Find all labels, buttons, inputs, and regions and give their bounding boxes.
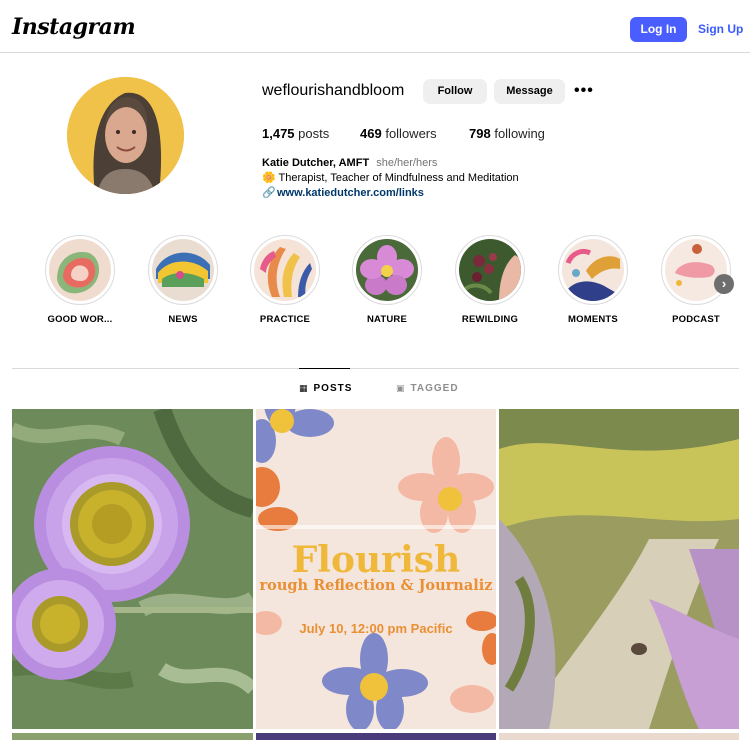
posts-stat[interactable]: 1,475 posts	[262, 126, 329, 141]
post-thumbnail[interactable]	[12, 409, 253, 729]
following-count: 798	[469, 126, 491, 141]
more-options-icon[interactable]: •••	[574, 81, 594, 101]
posts-label: posts	[298, 126, 330, 141]
highlight-label: GOOD WOR...	[47, 314, 113, 325]
tab-posts[interactable]: ▦ POSTS	[299, 383, 352, 394]
avatar-portrait	[67, 77, 184, 194]
message-button[interactable]: Message	[494, 79, 565, 104]
followers-count: 469	[360, 126, 382, 141]
post-image-daisies	[12, 409, 253, 729]
followers-stat[interactable]: 469 followers	[360, 126, 437, 141]
signup-link[interactable]: Sign Up	[698, 17, 743, 42]
highlight-label: MOMENTS	[568, 314, 618, 325]
highlight-label: PODCAST	[672, 314, 720, 325]
follow-button[interactable]: Follow	[423, 79, 487, 104]
section-divider	[12, 368, 739, 369]
highlight-good-work[interactable]: GOOD WOR...	[35, 235, 125, 325]
story-highlights: GOOD WOR... NEWS PRACTICE NATURE REWILDI…	[0, 235, 750, 330]
post-thumbnail[interactable]: Flourish rough Reflection & Journaliz Ju…	[256, 409, 496, 729]
post-thumbnail[interactable]	[256, 733, 496, 740]
highlight-nature[interactable]: NATURE	[342, 235, 432, 325]
highlight-cover	[254, 239, 316, 301]
login-button[interactable]: Log In	[630, 17, 687, 42]
link-icon: 🔗	[262, 187, 276, 199]
highlight-ring	[148, 235, 218, 305]
post-thumbnail[interactable]	[499, 733, 739, 740]
profile-username: weflourishandbloom	[262, 82, 405, 99]
bio-link-text[interactable]: www.katiedutcher.com/links	[277, 187, 424, 199]
highlight-cover	[459, 239, 521, 301]
post-thumbnail[interactable]	[499, 409, 739, 729]
bio-pronouns: she/her/hers	[376, 157, 438, 169]
tagged-icon: ▣	[396, 383, 406, 393]
highlight-ring	[558, 235, 628, 305]
highlight-cover	[152, 239, 214, 301]
bio-full-name: Katie Dutcher, AMFT	[262, 157, 370, 169]
highlight-label: REWILDING	[461, 314, 519, 325]
post-thumbnail[interactable]	[12, 733, 253, 740]
chevron-right-icon[interactable]: ›	[714, 274, 734, 294]
highlight-cover	[49, 239, 111, 301]
highlight-ring	[661, 235, 731, 305]
bio-name-line: Katie Dutcher, AMFT she/her/hers	[262, 157, 437, 169]
highlight-ring	[250, 235, 320, 305]
following-label: following	[494, 126, 545, 141]
instagram-logo[interactable]: Instagram	[12, 14, 136, 40]
highlight-label: PRACTICE	[259, 314, 311, 325]
highlight-practice[interactable]: PRACTICE	[240, 235, 330, 325]
active-tab-indicator	[299, 368, 350, 369]
post-image-trail	[499, 409, 739, 729]
highlight-moments[interactable]: MOMENTS	[548, 235, 638, 325]
flyer-date: July 10, 12:00 pm Pacific	[299, 621, 453, 636]
followers-label: followers	[385, 126, 437, 141]
highlight-ring	[45, 235, 115, 305]
highlight-ring	[455, 235, 525, 305]
highlight-ring	[352, 235, 422, 305]
top-navigation-bar: Instagram Log In Sign Up	[0, 0, 750, 53]
highlight-label: NATURE	[366, 314, 408, 325]
highlight-rewilding[interactable]: REWILDING	[445, 235, 535, 325]
bio-description: 🌼 Therapist, Teacher of Mindfulness and …	[262, 172, 519, 184]
profile-avatar[interactable]	[67, 77, 184, 194]
tab-tagged-label: TAGGED	[410, 383, 459, 394]
highlight-label: NEWS	[168, 314, 198, 325]
tab-tagged[interactable]: ▣ TAGGED	[396, 383, 459, 394]
tab-posts-label: POSTS	[313, 383, 353, 394]
highlight-news[interactable]: NEWS	[138, 235, 228, 325]
flyer-subtitle: rough Reflection & Journaliz	[259, 577, 493, 594]
following-stat[interactable]: 798 following	[469, 126, 545, 141]
bio-link[interactable]: 🔗www.katiedutcher.com/links	[262, 186, 424, 199]
posts-count: 1,475	[262, 126, 295, 141]
flyer-title: Flourish	[291, 539, 461, 581]
grid-icon: ▦	[299, 383, 309, 393]
highlight-cover	[356, 239, 418, 301]
highlight-cover	[562, 239, 624, 301]
